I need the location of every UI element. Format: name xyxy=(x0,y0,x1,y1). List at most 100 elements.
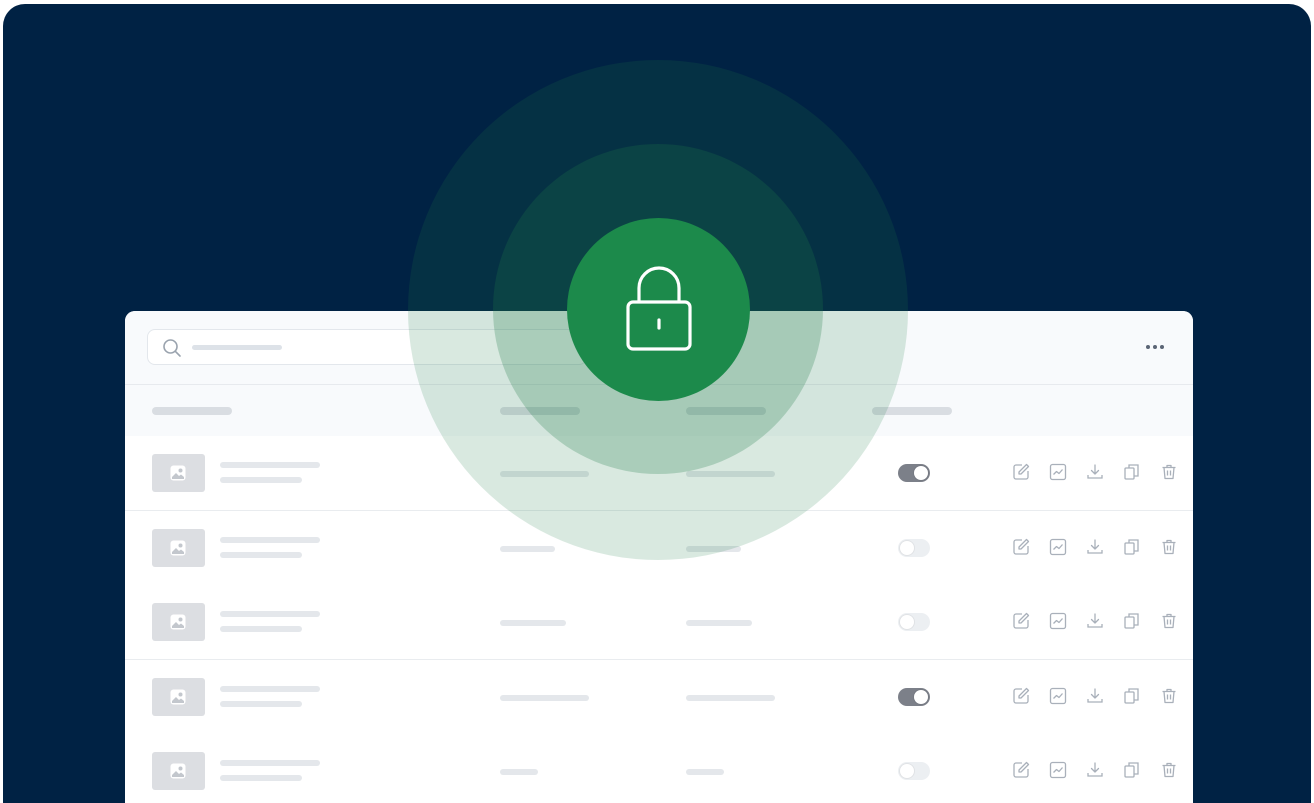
duplicate-button[interactable] xyxy=(1123,761,1141,779)
image-icon xyxy=(170,763,186,779)
duplicate-button[interactable] xyxy=(1123,687,1141,705)
row-toggle[interactable] xyxy=(898,538,930,557)
trash-icon xyxy=(1160,464,1178,485)
copy-icon xyxy=(1123,687,1141,709)
download-icon xyxy=(1086,687,1104,709)
copy-icon xyxy=(1123,762,1141,783)
download-button[interactable] xyxy=(1086,612,1104,630)
analytics-button[interactable] xyxy=(1049,687,1067,705)
download-icon xyxy=(1086,613,1104,634)
row-toggle[interactable] xyxy=(898,464,930,482)
trash-icon xyxy=(1160,613,1178,634)
download-icon xyxy=(1086,538,1104,560)
delete-button[interactable] xyxy=(1160,687,1178,705)
delete-button[interactable] xyxy=(1160,612,1178,630)
row-subtitle-placeholder xyxy=(220,626,302,632)
search-placeholder-bar xyxy=(192,345,282,350)
toolbar xyxy=(125,311,1193,385)
table-row[interactable] xyxy=(125,585,1193,660)
edit-button[interactable] xyxy=(1012,463,1030,481)
delete-button[interactable] xyxy=(1160,538,1178,556)
image-icon xyxy=(170,689,186,704)
image-icon xyxy=(170,540,186,555)
header-cell-name xyxy=(152,407,232,415)
table-row[interactable] xyxy=(125,659,1193,735)
search-icon xyxy=(162,338,182,358)
row-col2-placeholder xyxy=(500,694,589,701)
copy-icon xyxy=(1123,613,1141,634)
more-options-button[interactable] xyxy=(1141,339,1169,355)
row-col2-placeholder xyxy=(500,620,566,626)
row-col3-placeholder xyxy=(686,694,775,701)
analytics-button[interactable] xyxy=(1049,761,1067,779)
edit-icon xyxy=(1012,538,1030,560)
delete-button[interactable] xyxy=(1160,761,1178,779)
row-toggle[interactable] xyxy=(898,687,930,706)
row-col2-placeholder xyxy=(500,769,538,775)
row-thumbnail xyxy=(152,752,205,790)
chart-icon xyxy=(1049,538,1067,560)
copy-icon xyxy=(1123,464,1141,485)
edit-button[interactable] xyxy=(1012,687,1030,705)
image-icon xyxy=(170,465,186,481)
toggle-knob xyxy=(914,689,928,704)
chart-icon xyxy=(1049,612,1067,634)
table-panel xyxy=(125,311,1193,803)
trash-icon xyxy=(1160,688,1178,709)
analytics-button[interactable] xyxy=(1049,612,1067,630)
download-button[interactable] xyxy=(1086,687,1104,705)
duplicate-button[interactable] xyxy=(1123,538,1141,556)
download-button[interactable] xyxy=(1086,538,1104,556)
header-cell-4 xyxy=(872,407,952,415)
edit-icon xyxy=(1012,687,1030,709)
download-icon xyxy=(1086,762,1104,783)
row-thumbnail xyxy=(152,454,205,492)
table-row[interactable] xyxy=(125,510,1193,586)
toggle-knob xyxy=(900,540,914,555)
duplicate-button[interactable] xyxy=(1123,463,1141,481)
row-thumbnail xyxy=(152,677,205,716)
table-row[interactable] xyxy=(125,734,1193,803)
chart-icon xyxy=(1049,687,1067,709)
row-thumbnail xyxy=(152,603,205,641)
row-toggle[interactable] xyxy=(898,613,930,631)
illustration xyxy=(0,0,1314,803)
row-col3-placeholder xyxy=(686,769,724,775)
search-input[interactable] xyxy=(147,329,587,365)
row-title-placeholder xyxy=(220,462,320,468)
chart-icon xyxy=(1049,761,1067,783)
row-title-placeholder xyxy=(220,685,320,692)
edit-icon xyxy=(1012,463,1030,485)
row-col2-placeholder xyxy=(500,471,589,477)
row-thumbnail xyxy=(152,528,205,567)
edit-icon xyxy=(1012,761,1030,783)
edit-button[interactable] xyxy=(1012,761,1030,779)
download-icon xyxy=(1086,464,1104,485)
row-col2-placeholder xyxy=(500,545,555,552)
header-cell-3 xyxy=(686,407,766,415)
table-header xyxy=(125,385,1193,437)
edit-icon xyxy=(1012,612,1030,634)
download-button[interactable] xyxy=(1086,761,1104,779)
row-col3-placeholder xyxy=(686,620,752,626)
analytics-button[interactable] xyxy=(1049,538,1067,556)
background xyxy=(3,4,1311,803)
image-icon xyxy=(170,614,186,630)
row-subtitle-placeholder xyxy=(220,551,302,558)
table-row[interactable] xyxy=(125,436,1193,511)
download-button[interactable] xyxy=(1086,463,1104,481)
edit-button[interactable] xyxy=(1012,612,1030,630)
toggle-knob xyxy=(900,764,914,778)
edit-button[interactable] xyxy=(1012,538,1030,556)
row-title-placeholder xyxy=(220,760,320,766)
header-cell-2 xyxy=(500,407,580,415)
analytics-button[interactable] xyxy=(1049,463,1067,481)
duplicate-button[interactable] xyxy=(1123,612,1141,630)
row-subtitle-placeholder xyxy=(220,700,302,707)
row-title-placeholder xyxy=(220,536,320,543)
row-subtitle-placeholder xyxy=(220,775,302,781)
delete-button[interactable] xyxy=(1160,463,1178,481)
chart-icon xyxy=(1049,463,1067,485)
row-toggle[interactable] xyxy=(898,762,930,780)
trash-icon xyxy=(1160,539,1178,560)
